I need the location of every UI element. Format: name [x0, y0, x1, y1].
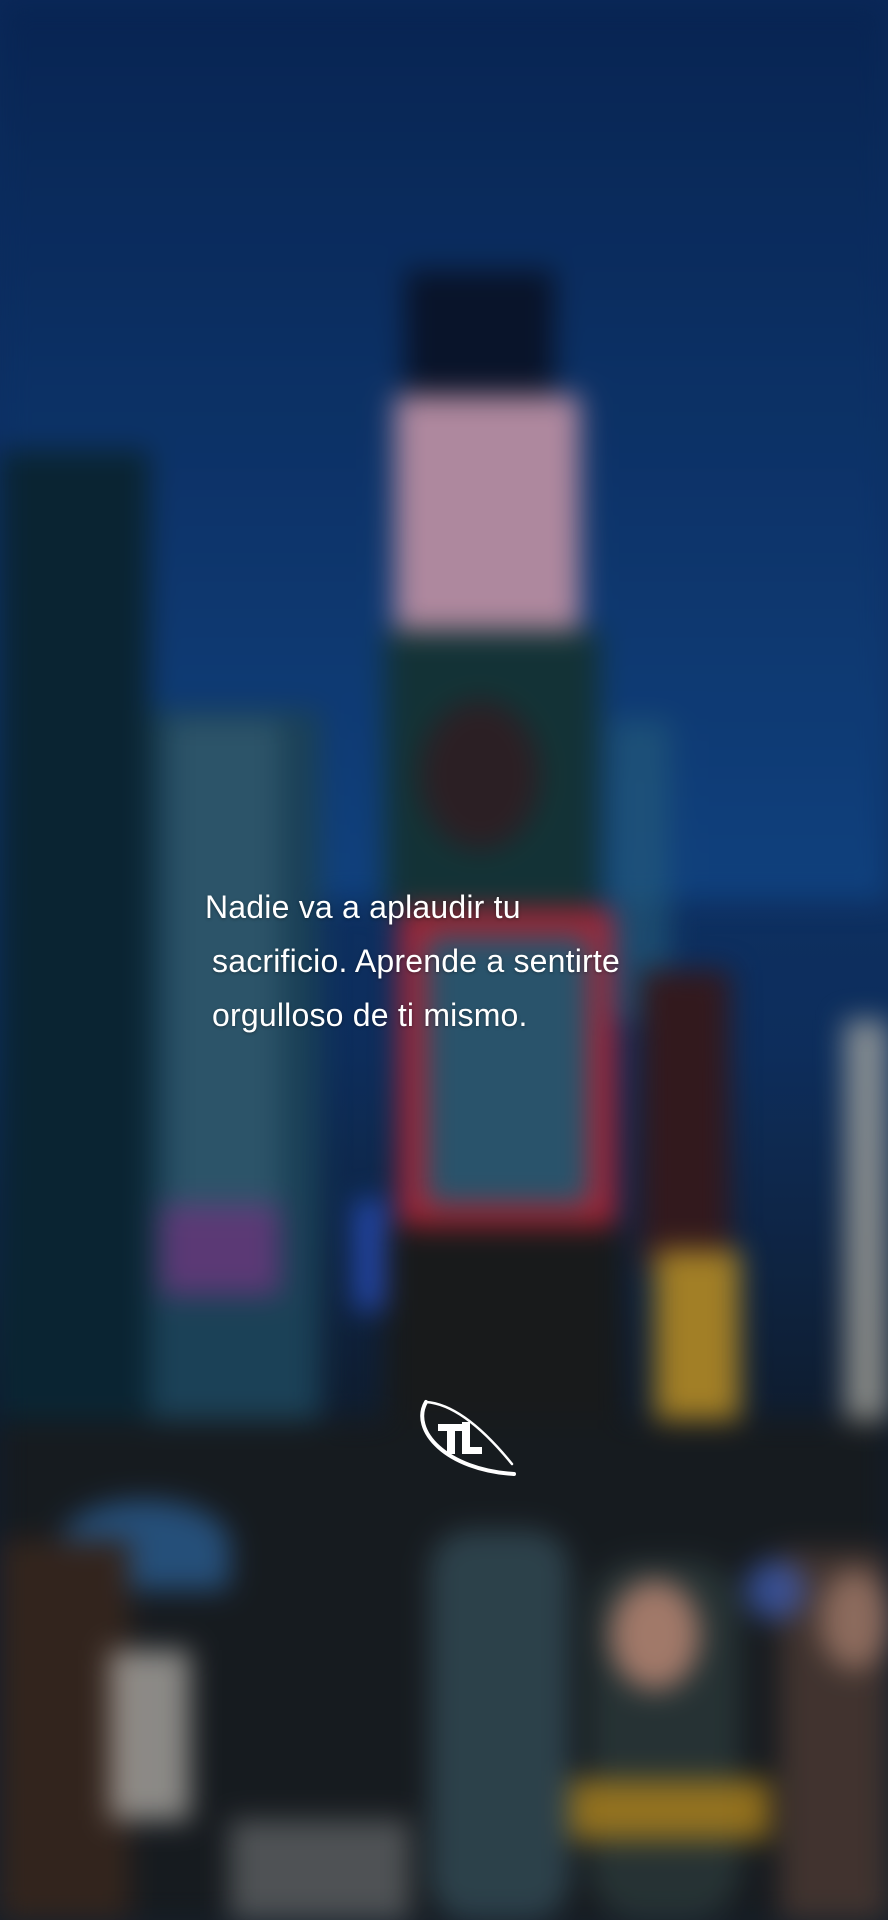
quote-line-3: orgulloso de ti mismo. [212, 997, 528, 1033]
tl-swoosh-logo-icon [416, 1392, 522, 1480]
quote-line-2: sacrificio. Aprende a sentirte [212, 943, 620, 979]
motivational-quote: Nadie va a aplaudir tu sacrificio. Apren… [205, 880, 725, 1042]
wallpaper-screen: Nadie va a aplaudir tu sacrificio. Apren… [0, 0, 888, 1920]
quote-line-1: Nadie va a aplaudir tu [205, 889, 521, 925]
